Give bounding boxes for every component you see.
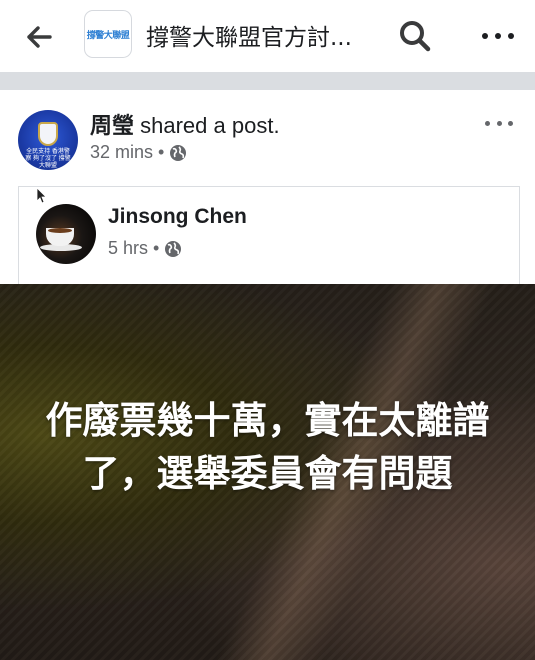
group-thumbnail[interactable]: 撐警大聯盟 [84,10,132,58]
more-dot [508,33,514,39]
more-options-button[interactable] [478,22,518,50]
shared-post-meta: 5 hrs • [108,238,182,259]
police-badge-icon [38,122,58,146]
top-bar: 撐警大聯盟 撐警大聯盟官方討... [0,0,535,72]
section-divider [0,72,535,90]
more-dot [485,120,490,126]
post-author-line: 周瑩 shared a post. [90,108,280,140]
arrow-left-icon [27,26,52,48]
post-author-name[interactable]: 周瑩 [90,114,134,139]
post-meta: 32 mins • [90,142,187,163]
back-button[interactable] [22,20,56,54]
group-logo-text: 撐警大聯盟 [86,30,130,41]
search-button[interactable] [397,18,433,54]
globe-icon[interactable] [164,240,182,258]
search-icon [400,21,431,52]
shared-author-avatar[interactable] [36,204,96,264]
meta-separator: • [158,142,165,162]
post-image[interactable]: 作廢票幾十萬，實在太離譜了，選舉委員會有問題 [0,284,535,660]
coffee-surface [48,228,72,233]
shared-author-name[interactable]: Jinsong Chen [108,205,247,229]
more-dot [496,120,502,126]
shared-timestamp[interactable]: 5 hrs [108,238,148,259]
more-dot [495,33,501,39]
post-more-button[interactable] [485,118,513,128]
cursor-icon [36,187,47,204]
more-dot [508,120,513,126]
group-title[interactable]: 撐警大聯盟官方討... [146,18,352,52]
more-dot [482,33,488,39]
avatar-text: 全民支持 香港警察 夠了沒了 撐警大聯盟 [25,149,71,169]
meta-separator: • [153,238,160,258]
post-action-text: shared a post. [134,113,280,138]
image-caption: 作廢票幾十萬，實在太離譜了，選舉委員會有問題 [45,399,490,495]
avatar[interactable]: 全民支持 香港警察 夠了沒了 撐警大聯盟 [18,110,78,170]
globe-icon[interactable] [169,144,187,162]
post-timestamp[interactable]: 32 mins [90,142,153,163]
